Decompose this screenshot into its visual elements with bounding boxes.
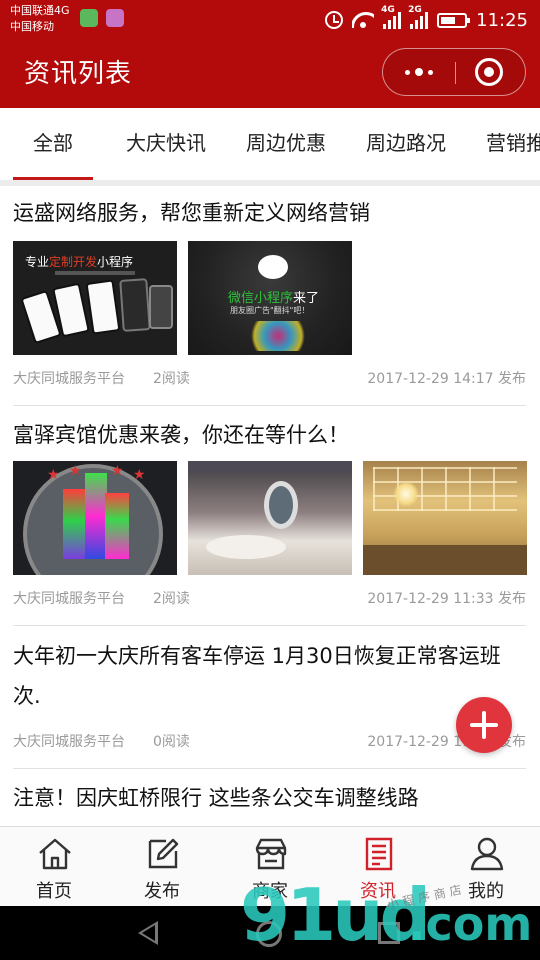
gallery-app-icon xyxy=(106,9,124,27)
user-icon xyxy=(470,837,504,871)
wifi-icon xyxy=(352,12,375,28)
hotel-room-image[interactable] xyxy=(188,461,352,575)
tab-daqing-news[interactable]: 大庆快讯 xyxy=(126,108,206,180)
article-source: 大庆同城服务平台 xyxy=(13,734,125,750)
star-icon: ★ xyxy=(47,467,60,483)
more-dot-icon xyxy=(415,68,423,76)
health-app-icon xyxy=(80,9,98,27)
carrier-info: 中国联通4G 中国移动 xyxy=(10,3,70,35)
paint-splash xyxy=(248,321,308,351)
tabbar-label: 商家 xyxy=(252,881,288,902)
bottom-tab-bar: 首页 发布 商家 资讯 我的 xyxy=(0,826,540,906)
tab-nearby-traffic[interactable]: 周边路况 xyxy=(366,108,446,180)
clock: 11:25 xyxy=(476,9,528,31)
round-mirror xyxy=(264,481,298,529)
chandelier xyxy=(393,481,419,507)
more-dot-icon xyxy=(428,69,433,75)
banner-text: 微信小程序来了 xyxy=(228,291,320,306)
page-title: 资讯列表 xyxy=(24,59,133,89)
tabbar-home[interactable]: 首页 xyxy=(0,827,108,907)
article-publish-time: 2017-12-29 14:17 发布 xyxy=(367,371,526,387)
tab-marketing[interactable]: 营销推 xyxy=(486,108,540,180)
article-source: 大庆同城服务平台 xyxy=(13,591,125,607)
tabbar-label: 资讯 xyxy=(360,881,396,902)
article-card[interactable]: 运盛网络服务，帮您重新定义网络营销 专业定制开发小程序 微信小程序来了 朋友圈广… xyxy=(13,186,526,406)
article-publish-time: 2017-12-29 11:33 发布 xyxy=(367,591,526,607)
article-card[interactable]: 富驿宾馆优惠来袭，你还在等什么！ ★ ★ ★ ★ 大庆同城服务平台 2阅读 20… xyxy=(13,406,527,626)
article-title[interactable]: 运盛网络服务，帮您重新定义网络营销 xyxy=(13,193,370,233)
edit-icon xyxy=(148,838,179,869)
status-bar: 中国联通4G 中国移动 4G 2G 11:25 xyxy=(0,0,540,40)
recent-apps-icon[interactable] xyxy=(378,922,400,944)
carrier-1: 中国联通4G xyxy=(10,4,70,17)
lobby-floor xyxy=(363,545,527,575)
tabbar-profile[interactable]: 我的 xyxy=(432,827,540,907)
star-icon: ★ xyxy=(111,463,124,479)
article-card[interactable]: 注意！因庆虹桥限行 这些条公交车调整线路 xyxy=(13,769,526,826)
close-miniprogram-button[interactable] xyxy=(475,58,503,86)
system-nav-bar xyxy=(0,906,540,960)
add-post-button[interactable] xyxy=(456,697,512,753)
article-meta: 大庆同城服务平台 2阅读 2017-12-29 14:17 发布 xyxy=(13,369,526,389)
carrier-2: 中国移动 xyxy=(10,20,54,33)
wechat-miniprogram-banner-image[interactable]: 微信小程序来了 朋友圈广告"翻抖"吧！ xyxy=(188,241,352,355)
phone-mockup xyxy=(149,285,173,329)
article-images: 专业定制开发小程序 微信小程序来了 朋友圈广告"翻抖"吧！ xyxy=(13,241,352,355)
article-card[interactable]: 大年初一大庆所有客车停运 1月30日恢复正常客运班次. 大庆同城服务平台 0阅读… xyxy=(13,626,526,769)
article-images: ★ ★ ★ ★ xyxy=(13,461,527,575)
miniprogram-capsule xyxy=(382,48,526,96)
bathtub xyxy=(206,535,286,559)
wechat-logo-icon xyxy=(258,255,288,279)
banner-subtitle: 朋友圈广告"翻抖"吧！ xyxy=(230,306,310,315)
signal-4g-icon: 4G xyxy=(381,5,402,29)
title-bar: 资讯列表 xyxy=(0,40,540,108)
home-icon xyxy=(39,838,71,870)
tabbar-label: 首页 xyxy=(36,881,72,902)
article-meta: 大庆同城服务平台 0阅读 2017-12-29 11:15 发布 xyxy=(13,732,526,752)
tabbar-label: 发布 xyxy=(144,881,180,902)
hotel-lobby-image[interactable] xyxy=(363,461,527,575)
battery-icon xyxy=(437,12,471,28)
article-title[interactable]: 富驿宾馆优惠来袭，你还在等什么！ xyxy=(13,415,349,455)
banner-subtitle-bar xyxy=(55,271,135,275)
phone-mockup xyxy=(119,278,151,332)
star-icon: ★ xyxy=(133,467,146,483)
back-icon[interactable] xyxy=(138,921,158,945)
star-icon: ★ xyxy=(69,463,82,479)
hotel-logo-image[interactable]: ★ ★ ★ ★ xyxy=(13,461,177,575)
more-menu-button[interactable] xyxy=(383,49,455,95)
tabbar-news[interactable]: 资讯 xyxy=(324,827,432,907)
signal-2g-tag: 2G xyxy=(408,5,422,15)
signal-2g-icon: 2G xyxy=(408,5,429,29)
article-source: 大庆同城服务平台 xyxy=(13,371,125,387)
article-title[interactable]: 大年初一大庆所有客车停运 1月30日恢复正常客运班次. xyxy=(13,636,526,716)
tabbar-publish[interactable]: 发布 xyxy=(108,827,216,907)
article-read-count: 0阅读 xyxy=(153,734,190,750)
custom-dev-banner-image[interactable]: 专业定制开发小程序 xyxy=(13,241,177,355)
status-icons: 4G 2G 11:25 xyxy=(325,0,528,40)
news-icon xyxy=(365,837,393,871)
article-title[interactable]: 注意！因庆虹桥限行 这些条公交车调整线路 xyxy=(13,778,419,818)
signal-4g-tag: 4G xyxy=(381,5,395,15)
article-meta: 大庆同城服务平台 2阅读 2017-12-29 11:33 发布 xyxy=(13,589,526,609)
article-read-count: 2阅读 xyxy=(153,591,190,607)
category-tabs: 全部 大庆快讯 周边优惠 周边路况 营销推 xyxy=(0,108,540,180)
alarm-icon xyxy=(325,11,344,29)
phone-mockup xyxy=(85,279,121,335)
building-shape xyxy=(85,473,107,559)
tab-all[interactable]: 全部 xyxy=(13,108,93,180)
ceiling xyxy=(188,461,352,473)
more-dot-icon xyxy=(405,69,410,75)
tab-nearby-deals[interactable]: 周边优惠 xyxy=(246,108,326,180)
tabbar-label: 我的 xyxy=(468,881,504,902)
home-circle-icon[interactable] xyxy=(256,921,282,947)
building-shape xyxy=(105,493,129,559)
article-read-count: 2阅读 xyxy=(153,371,190,387)
banner-text: 专业定制开发小程序 xyxy=(25,255,134,269)
store-icon xyxy=(255,838,287,870)
capsule-divider xyxy=(455,62,456,84)
tabbar-merchants[interactable]: 商家 xyxy=(216,827,324,907)
